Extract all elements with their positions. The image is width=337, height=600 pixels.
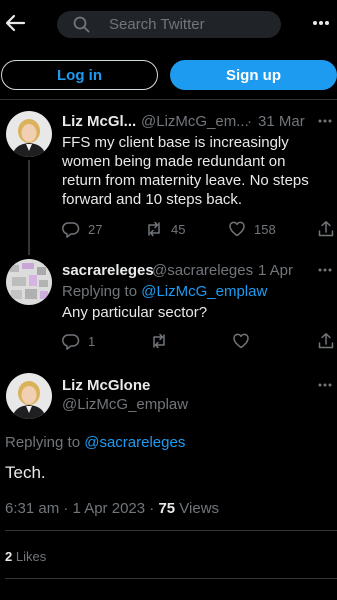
divider [0, 99, 337, 100]
mention-link[interactable]: @LizMcG_emplaw [141, 283, 267, 300]
replying-to-label: Replying to [62, 283, 138, 300]
tweet-date[interactable]: 31 Mar [258, 113, 305, 130]
tweet-date[interactable]: 1 Apr [258, 262, 293, 279]
tweet-text: Tech. [5, 463, 46, 482]
likes-count: 2 [5, 549, 13, 564]
more-options-icon[interactable] [311, 13, 331, 33]
more-options-icon[interactable] [317, 262, 333, 278]
replying-to: Replying to @LizMcG_emplaw [62, 282, 267, 301]
retweet-action[interactable] [150, 332, 168, 350]
mention-link[interactable]: @sacrareleges [84, 434, 185, 451]
top-bar: Search Twitter [0, 0, 337, 50]
search-icon [73, 16, 90, 33]
heart-icon [229, 221, 245, 237]
search-input[interactable]: Search Twitter [57, 11, 281, 38]
more-options-icon[interactable] [317, 113, 333, 129]
divider [5, 578, 337, 579]
like-action[interactable] [232, 332, 250, 350]
reply-action[interactable]: 27 [62, 220, 102, 238]
views-count: 75 [158, 500, 176, 517]
avatar[interactable] [6, 111, 52, 157]
likes-summary[interactable]: 2 Likes [5, 549, 46, 564]
like-action[interactable]: 158 [228, 220, 276, 238]
search-placeholder: Search Twitter [109, 16, 205, 33]
reply-icon [62, 334, 80, 350]
author-handle[interactable]: @LizMcG_em... [141, 113, 249, 130]
timestamp-text[interactable]: 6:31 am · 1 Apr 2023 · [5, 500, 154, 517]
avatar[interactable] [6, 259, 52, 305]
tweet-text: Any particular sector? [62, 304, 208, 321]
author-name[interactable]: sacrareleges [62, 262, 154, 279]
thread-line [28, 160, 30, 255]
views-label: Views [179, 500, 220, 517]
meta-separator: · [247, 113, 252, 130]
tweet-text: FFS my client base is increasingly women… [62, 134, 309, 208]
replying-to: Replying to @sacrareleges [5, 434, 185, 451]
back-arrow-icon[interactable] [4, 11, 26, 35]
likes-label: Likes [15, 549, 47, 564]
tweet-timestamp: 6:31 am · 1 Apr 2023 · 75 Views [5, 500, 219, 517]
share-action[interactable] [317, 220, 335, 238]
retweet-action[interactable]: 45 [145, 220, 185, 238]
share-icon [318, 333, 334, 349]
login-button[interactable]: Log in [1, 60, 158, 90]
author-handle[interactable]: @LizMcG_emplaw [62, 396, 188, 413]
author-name[interactable]: Liz McGl... [62, 113, 136, 130]
share-icon [318, 221, 334, 237]
replying-to-label: Replying to [5, 434, 81, 451]
more-options-icon[interactable] [317, 377, 333, 393]
reply-count: 27 [88, 221, 103, 237]
divider [5, 530, 337, 531]
heart-icon [233, 333, 249, 349]
retweet-count: 45 [171, 221, 186, 237]
signup-button[interactable]: Sign up [170, 60, 337, 90]
reply-count: 1 [88, 333, 96, 349]
retweet-icon [148, 221, 160, 237]
share-action[interactable] [317, 332, 335, 350]
retweet-icon [153, 333, 165, 349]
meta-separator: · [247, 262, 252, 279]
author-handle[interactable]: @sacrareleges [152, 262, 253, 279]
avatar[interactable] [6, 373, 52, 419]
author-name[interactable]: Liz McGlone [62, 377, 150, 394]
like-count: 158 [254, 221, 276, 237]
reply-icon [62, 222, 80, 238]
reply-action[interactable]: 1 [62, 332, 95, 350]
